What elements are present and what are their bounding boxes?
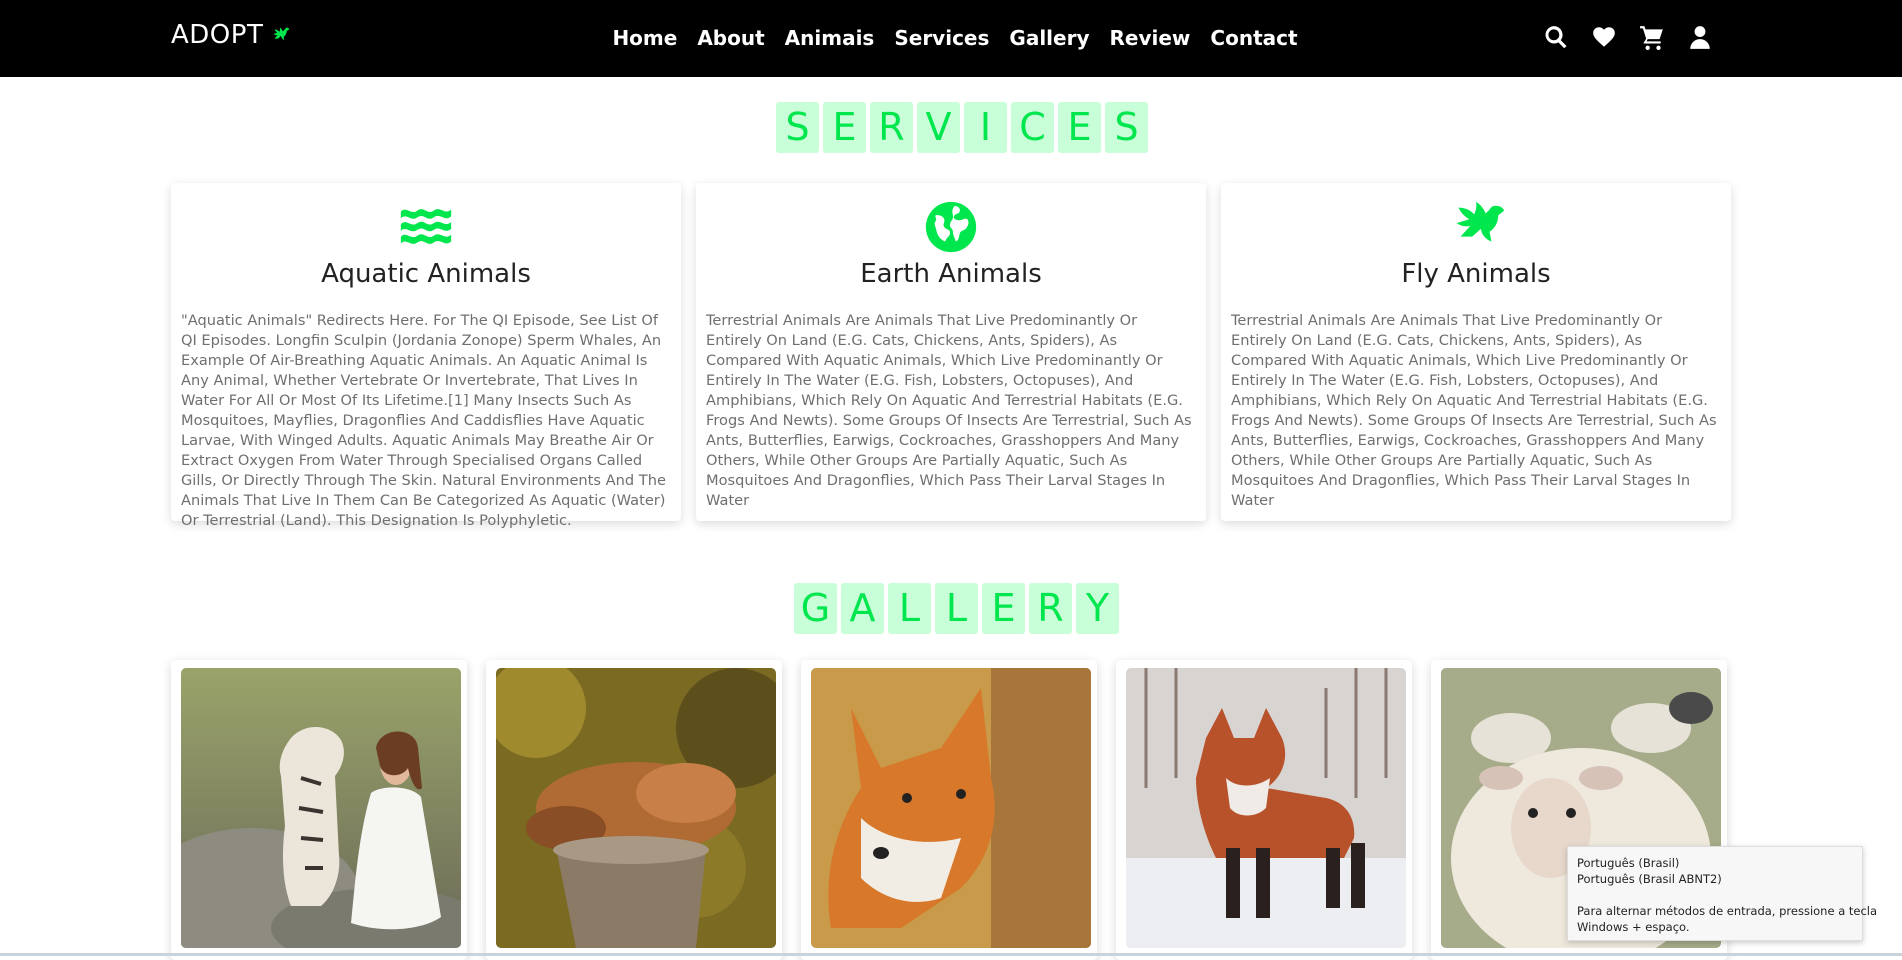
service-card-title: Fly Animals (1401, 259, 1551, 289)
heart-icon[interactable] (1591, 24, 1617, 50)
tiger-and-woman-photo[interactable] (181, 668, 461, 948)
nav-link-contact[interactable]: Contact (1210, 26, 1297, 50)
ime-hint: Windows + espaço. (1577, 920, 1690, 934)
sleeping-fox-on-stump-photo[interactable] (496, 668, 776, 948)
ime-option[interactable]: Português (Brasil ABNT2) (1577, 871, 1853, 887)
heading-letter: E (823, 102, 866, 153)
heading-letter: S (776, 102, 819, 153)
nav-link-services[interactable]: Services (894, 26, 989, 50)
heading-letter: S (1105, 102, 1148, 153)
nav-link-animais[interactable]: Animais (785, 26, 875, 50)
heading-letter: L (888, 583, 931, 634)
nav-link-gallery[interactable]: Gallery (1009, 26, 1089, 50)
heading-letter: R (1029, 583, 1072, 634)
cart-icon[interactable] (1639, 24, 1665, 50)
services-heading: S E R V I C E S (776, 102, 1148, 153)
heading-letter: A (841, 583, 884, 634)
heading-letter: E (982, 583, 1025, 634)
heading-letter: E (1058, 102, 1101, 153)
nav-link-review[interactable]: Review (1110, 26, 1191, 50)
ime-hint: Para alternar métodos de entrada, pressi… (1577, 904, 1878, 918)
heading-letter: Y (1076, 583, 1119, 634)
fox-portrait-photo[interactable] (811, 668, 1091, 948)
heading-letter: V (917, 102, 960, 153)
heading-letter: C (1011, 102, 1054, 153)
water-icon (171, 198, 681, 256)
dove-icon (1221, 198, 1731, 256)
service-card-title: Earth Animals (860, 259, 1042, 289)
service-card-earth: Earth Animals Terrestrial Animals Are An… (696, 183, 1206, 521)
service-card-fly: Fly Animals Terrestrial Animals Are Anim… (1221, 183, 1731, 521)
gallery-heading: G A L L E R Y (794, 583, 1119, 634)
nav-link-about[interactable]: About (697, 26, 764, 50)
nav-icons (1543, 24, 1713, 50)
navbar: ADOPT Home About Animais Services Galler… (0, 0, 1902, 77)
service-card-text: Terrestrial Animals Are Animals That Liv… (706, 312, 1192, 509)
heading-letter: R (870, 102, 913, 153)
heading-letter: L (935, 583, 978, 634)
service-card-title: Aquatic Animals (321, 259, 531, 289)
gallery-item[interactable] (171, 660, 467, 960)
heading-letter: G (794, 583, 837, 634)
service-card-aquatic: Aquatic Animals "Aquatic Animals" Redire… (171, 183, 681, 529)
service-card-text: Terrestrial Animals Are Animals That Liv… (1231, 312, 1717, 509)
gallery-item[interactable] (801, 660, 1097, 960)
nav-link-home[interactable]: Home (612, 26, 677, 50)
ime-option[interactable]: Português (Brasil) (1577, 855, 1853, 871)
user-icon[interactable] (1687, 24, 1713, 50)
ime-spacer (1577, 887, 1853, 903)
input-method-popup: Português (Brasil) Português (Brasil ABN… (1567, 846, 1878, 941)
gallery-item[interactable] (486, 660, 782, 960)
gallery-item[interactable] (1116, 660, 1412, 960)
fox-in-snow-photo[interactable] (1126, 668, 1406, 948)
globe-icon (696, 198, 1206, 256)
search-icon[interactable] (1543, 24, 1569, 50)
service-card-text: "Aquatic Animals" Redirects Here. For Th… (181, 312, 666, 529)
heading-letter: I (964, 102, 1007, 153)
